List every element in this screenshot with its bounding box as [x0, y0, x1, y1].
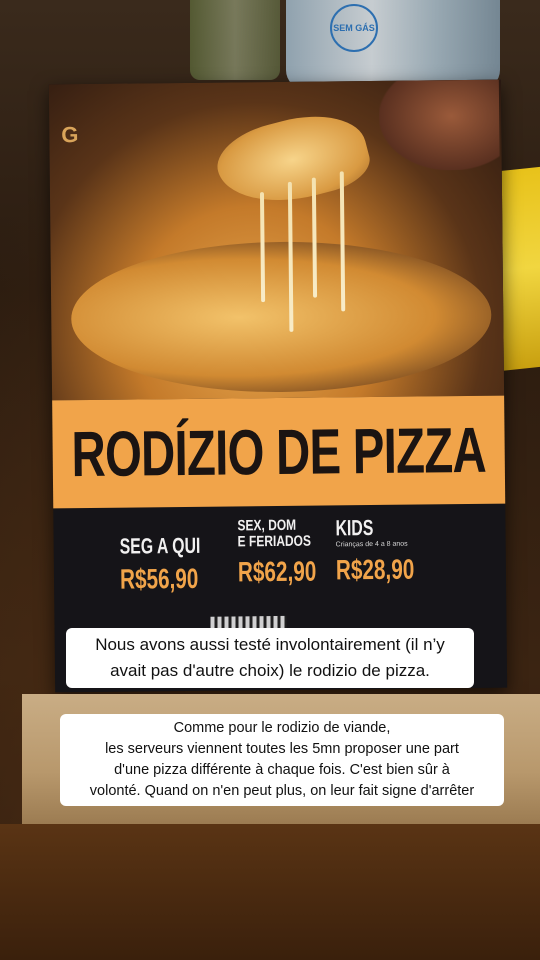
- cheese-strand: [339, 171, 346, 312]
- price-value: R$56,90: [119, 562, 199, 595]
- price-subtitle: Crianças de 4 a 8 anos: [335, 540, 408, 549]
- pizza-pan: [70, 239, 493, 395]
- price-column-weekday: SEG A QUI R$56,90: [119, 532, 233, 595]
- caption-line: les serveurs viennent toutes les 5mn pro…: [105, 741, 459, 757]
- price-value: R$62,90: [237, 555, 317, 588]
- price-column-kids: KIDS Crianças de 4 a 8 anos R$28,90: [335, 515, 442, 586]
- caption-line: avait pas d'autre choix) le rodizio de p…: [110, 661, 430, 680]
- cheese-strand: [311, 177, 318, 298]
- hand: [378, 79, 500, 171]
- price-value: R$28,90: [335, 553, 415, 586]
- caption-line: volonté. Quand on n'en peut plus, on leu…: [89, 783, 475, 799]
- caption-line: Nous avons aussi testé involontairement …: [95, 635, 445, 654]
- menu-card: G RODÍZIO DE PIZZA SEG A QUI R$56,90 SEX…: [48, 79, 508, 693]
- price-days: SEG A QUI: [119, 532, 201, 559]
- table-edge: [0, 824, 540, 960]
- cheese-strand: [287, 181, 294, 332]
- cheese-strand: [259, 192, 266, 303]
- price-column-weekend: SEX, DOM E FERIADOS R$62,90: [237, 517, 344, 588]
- caption-line: d'une pizza différente à chaque fois. C'…: [114, 762, 450, 778]
- price-days-line2: E FERIADOS: [237, 532, 312, 551]
- pizza-slice: [209, 102, 376, 218]
- drinking-glass: [190, 0, 280, 80]
- title-banner: RODÍZIO DE PIZZA: [52, 395, 506, 509]
- bottle-label: SEM GÁS: [330, 4, 378, 52]
- price-table: SEG A QUI R$56,90 SEX, DOM E FERIADOS R$…: [53, 504, 506, 619]
- water-bottle: [286, 0, 500, 90]
- price-days: KIDS: [335, 515, 374, 541]
- caption-first: Nous avons aussi testé involontairement …: [66, 628, 474, 688]
- caption-line: Comme pour le rodizio de viande,: [173, 720, 391, 736]
- menu-title: RODÍZIO DE PIZZA: [71, 413, 487, 491]
- photo-background: SEM GÁS G RODÍZIO DE PIZZA SEG A QUI R$5…: [0, 0, 540, 960]
- caption-second: Comme pour le rodizio de viande, les ser…: [60, 714, 504, 806]
- pizza-photo: G: [48, 79, 505, 401]
- card-logo: G: [61, 122, 79, 148]
